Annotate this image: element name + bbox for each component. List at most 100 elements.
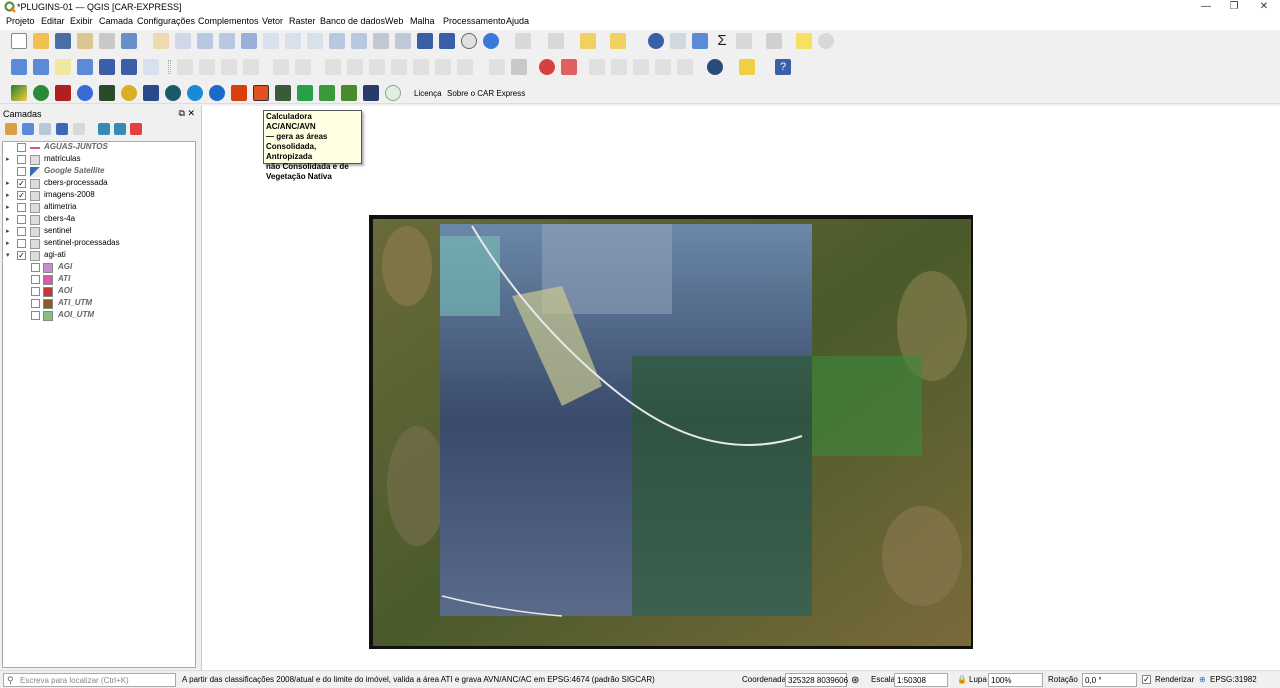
save-project-icon[interactable] [55, 33, 71, 49]
tree-icon[interactable] [341, 85, 357, 101]
diagram-change-icon[interactable] [677, 59, 693, 75]
plugin-globe-icon[interactable] [707, 59, 723, 75]
water-drop-icon[interactable] [319, 85, 335, 101]
temporal-controller-icon[interactable] [461, 33, 477, 49]
search-q-icon[interactable] [187, 85, 203, 101]
menu-projeto[interactable]: Projeto [6, 16, 35, 26]
expand-arrow-icon[interactable]: ▸ [6, 179, 10, 187]
zoom-layer-icon[interactable] [285, 33, 301, 49]
filter-expression-icon[interactable] [73, 123, 85, 135]
car-module-icon[interactable] [55, 85, 71, 101]
label-hide-icon[interactable] [561, 59, 577, 75]
rotation-field[interactable]: 0,0 ° [1082, 673, 1137, 687]
remove-layer-icon[interactable] [130, 123, 142, 135]
expand-arrow-icon[interactable]: ▸ [6, 191, 10, 199]
add-raster-icon[interactable] [121, 59, 137, 75]
map-canvas[interactable] [201, 106, 1280, 670]
select-by-value-icon[interactable] [610, 33, 626, 49]
pan-hand-icon[interactable] [153, 33, 169, 49]
expand-arrow-icon[interactable]: ▸ [6, 239, 10, 247]
sublayer-row[interactable]: ATI_UTM [3, 298, 193, 310]
modify-attributes-icon[interactable] [325, 59, 341, 75]
calculator-ac-anc-avn-icon[interactable] [253, 85, 269, 101]
menu-camada[interactable]: Camada [99, 16, 133, 26]
zoom-full-icon[interactable] [241, 33, 257, 49]
restore-button[interactable]: ❐ [1220, 0, 1248, 14]
coin-icon[interactable] [121, 85, 137, 101]
filter-legend-icon[interactable] [56, 123, 68, 135]
label-highlight-icon[interactable] [539, 59, 555, 75]
label-tool-icon[interactable] [489, 59, 505, 75]
new-shapefile-icon[interactable] [55, 59, 71, 75]
annotation-icon[interactable] [818, 33, 834, 49]
grid-map-icon[interactable] [363, 85, 379, 101]
layer-row[interactable]: ▸ sentinel [3, 226, 193, 238]
new-bookmark-icon[interactable] [417, 33, 433, 49]
layer-row[interactable]: ▸ cbers-4a [3, 214, 193, 226]
sublayer-row[interactable]: AOI [3, 286, 193, 298]
add-feature-icon[interactable] [273, 59, 289, 75]
save-as-icon[interactable] [77, 33, 93, 49]
identify-features-icon[interactable] [515, 33, 531, 49]
layer-checkbox[interactable] [31, 287, 40, 296]
new-map-view-icon[interactable] [373, 33, 389, 49]
satellite-icon[interactable] [165, 85, 181, 101]
leaf-icon[interactable] [33, 85, 49, 101]
new-virtual-layer-icon[interactable] [99, 59, 115, 75]
layer-checkbox[interactable] [17, 239, 26, 248]
measure-icon[interactable] [766, 33, 782, 49]
layer-checkbox[interactable]: ✓ [17, 179, 26, 188]
float-panel-icon[interactable]: ⧉ [179, 108, 185, 118]
menu-processamento[interactable]: Processamento [443, 16, 506, 26]
processing-toolbox-icon[interactable] [692, 33, 708, 49]
crs-globe-icon[interactable]: ⊕ [1199, 675, 1206, 684]
map-tips-icon[interactable] [796, 33, 812, 49]
toggle-editing-icon[interactable] [199, 59, 215, 75]
brazil-flag-icon[interactable] [11, 85, 27, 101]
show-bookmarks-icon[interactable] [439, 33, 455, 49]
menu-ajuda[interactable]: Ajuda [506, 16, 529, 26]
collapse-arrow-icon[interactable]: ▾ [6, 251, 10, 259]
identify-icon[interactable] [648, 33, 664, 49]
zoom-in-icon[interactable] [197, 33, 213, 49]
menu-raster[interactable]: Raster [289, 16, 316, 26]
landsat-icon[interactable] [143, 85, 159, 101]
copy-features-icon[interactable] [391, 59, 407, 75]
undo-icon[interactable] [435, 59, 451, 75]
zoom-selection-icon[interactable] [263, 33, 279, 49]
attribute-table-icon[interactable] [670, 33, 686, 49]
layer-row[interactable]: ▸ matriculas [3, 154, 193, 166]
close-panel-icon[interactable]: ✕ [187, 108, 195, 118]
menu-web[interactable]: Web [385, 16, 403, 26]
fire-icon[interactable] [231, 85, 247, 101]
expand-arrow-icon[interactable]: ▸ [6, 203, 10, 211]
layer-checkbox[interactable]: ✓ [17, 191, 26, 200]
about-car-express-button[interactable]: Sobre o CAR Express [447, 89, 525, 98]
license-button[interactable]: Licença [414, 89, 442, 98]
zoom-last-icon[interactable] [329, 33, 345, 49]
style-manager-icon[interactable] [121, 33, 137, 49]
label-pin-icon[interactable] [511, 59, 527, 75]
deselect-icon[interactable] [580, 33, 596, 49]
label-change-icon[interactable] [633, 59, 649, 75]
layer-checkbox[interactable] [31, 299, 40, 308]
refresh-icon[interactable] [483, 33, 499, 49]
landscape-icon[interactable] [275, 85, 291, 101]
circle-icon[interactable] [385, 85, 401, 101]
data-source-manager-icon[interactable] [11, 59, 27, 75]
close-button[interactable]: ✕ [1250, 0, 1278, 14]
label-rotate-icon[interactable] [611, 59, 627, 75]
toolbar-grip[interactable] [168, 60, 171, 74]
sublayer-row[interactable]: AOI_UTM [3, 310, 193, 322]
layer-row[interactable]: Google Satellite [3, 166, 193, 178]
render-checkbox[interactable]: ✓ [1142, 675, 1151, 684]
menu-configuracoes[interactable]: Configurações [137, 16, 195, 26]
pan-to-selection-icon[interactable] [175, 33, 191, 49]
cut-features-icon[interactable] [369, 59, 385, 75]
open-styling-icon[interactable] [5, 123, 17, 135]
layer-checkbox[interactable] [17, 155, 26, 164]
sublayer-row[interactable]: AGI [3, 262, 193, 274]
minimize-button[interactable]: — [1192, 0, 1220, 14]
menu-malha[interactable]: Malha [410, 16, 435, 26]
select-features-icon[interactable] [548, 33, 564, 49]
